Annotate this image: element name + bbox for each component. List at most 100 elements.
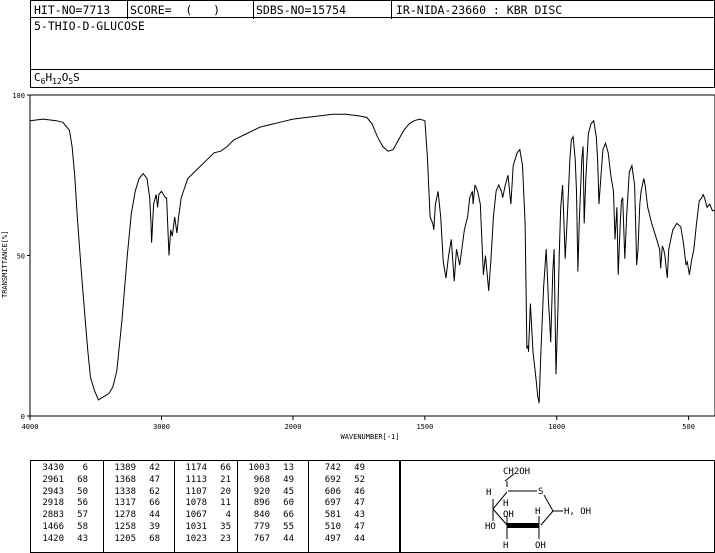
oh-c1-label: H, OH [564,507,591,517]
peak-transmittance: 68 [149,533,160,544]
peak-wavenumber: 1420 [42,533,64,544]
peak-transmittance: 43 [354,510,365,521]
ir-spectrum-chart: 0 50 100 4000 3000 2000 1500 1000 500 TRANSMITT… [1,92,715,441]
peak-wavenumber: 510 [324,521,341,532]
peak-wavenumber: 2918 [42,498,64,509]
peak-transmittance: 23 [220,533,231,544]
x-tick-label: 4000 [22,423,39,431]
peak-transmittance: 47 [354,521,365,532]
peak-wavenumber: 1389 [114,463,136,473]
peak-wavenumber: 2883 [42,510,64,521]
peak-transmittance: 42 [149,463,160,473]
peak-wavenumber: 697 [324,498,341,509]
peak-transmittance: 66 [283,510,294,521]
x-tick-label: 1000 [548,423,565,431]
peak-wavenumber: 1023 [185,533,207,544]
y-axis-label: TRANSMITTANCE[%] [1,231,9,298]
x-axis-label: WAVENUMBER[-1] [340,433,399,441]
peak-transmittance: 68 [77,474,88,485]
peak-wavenumber: 1278 [114,510,136,521]
h-bottom-label: H [503,541,508,551]
peak-transmittance: 11 [220,498,231,509]
peak-transmittance: 43 [77,533,88,544]
peak-wavenumber: 3430 [42,463,64,473]
peak-wavenumber-column: 3430 2961 2943 2918 2883 1466 1420 [36,463,64,546]
h-c5-label: H [503,499,508,509]
peak-transmittance-column: 13 49 45 60 66 55 44 [278,463,294,546]
peak-wavenumber: 920 [253,486,270,497]
peak-wavenumber-column: 1003 968 920 896 840 779 767 [242,463,270,546]
peak-wavenumber: 1368 [114,474,136,485]
peak-wavenumber: 1113 [185,474,207,485]
peak-wavenumber: 606 [324,486,341,497]
peak-transmittance: 49 [283,474,294,485]
peak-transmittance: 57 [77,510,88,521]
peak-wavenumber: 968 [253,474,270,485]
header-row: HIT-NO=7713 SCORE= ( ) SDBS-NO=15754 IR-… [30,0,715,19]
peak-wavenumber: 692 [324,474,341,485]
peak-wavenumber: 2943 [42,486,64,497]
peak-wavenumber: 1258 [114,521,136,532]
oh-c3-label: OH [503,510,514,520]
peak-wavenumber: 497 [324,533,341,544]
compound-name: 5-THIO-D-GLUCOSE [34,19,145,33]
ho-c4-label: HO [485,522,496,532]
bond-s-c1 [543,494,554,512]
peak-wavenumber: 1317 [114,498,136,509]
peak-wavenumber: 779 [253,521,270,532]
peak-wavenumber: 742 [324,463,341,473]
peak-transmittance: 39 [149,521,160,532]
x-tick-label: 3000 [153,423,170,431]
y-tick-label: 100 [12,92,25,100]
x-axis-ticks: 4000 3000 2000 1500 1000 500 [22,416,695,431]
peak-transmittance: 62 [149,486,160,497]
peak-transmittance: 60 [283,498,294,509]
plot-frame [29,94,715,417]
peak-transmittance: 50 [77,486,88,497]
structure-box: CH2OH S H H OH HO H H, OH H OH [400,460,715,553]
peak-transmittance: 46 [354,486,365,497]
peak-wavenumber: 1205 [114,533,136,544]
peak-transmittance: 49 [354,463,365,473]
peak-wavenumber: 2961 [42,474,64,485]
peak-wavenumber-column: 1174 1113 1107 1078 1067 1031 1023 [179,463,207,546]
y-tick-label: 50 [17,253,25,261]
h-c4-label: H [486,488,491,498]
compound-name-box: 5-THIO-D-GLUCOSE [30,17,715,70]
spectrum-line [29,113,715,404]
peak-transmittance: 44 [283,533,294,544]
thioglucose-structure: CH2OH S H H OH HO H H, OH H OH [485,467,591,551]
peak-transmittance: 44 [354,533,365,544]
bold-bond-c3-c2 [507,523,539,528]
peak-transmittance: 66 [149,498,160,509]
peak-wavenumber-column: 742 692 606 697 581 510 497 [313,463,341,546]
peak-transmittance: 6 [82,463,88,473]
peak-wavenumber: 1078 [185,498,207,509]
formula-box: C6H12O5S [30,69,715,88]
h-c2-label: H [535,507,540,517]
y-axis-ticks: 0 50 100 [12,92,30,421]
peak-transmittance: 45 [283,486,294,497]
bond-c1-c2 [540,510,554,526]
peak-wavenumber: 1067 [185,510,207,521]
peak-wavenumber: 1466 [42,521,64,532]
peak-transmittance: 58 [77,521,88,532]
peak-transmittance: 21 [220,474,231,485]
peak-transmittance: 20 [220,486,231,497]
x-tick-label: 2000 [285,423,302,431]
peak-wavenumber: 767 [253,533,270,544]
peak-transmittance: 47 [149,474,160,485]
peak-wavenumber: 1003 [248,463,270,473]
peak-transmittance-column: 49 52 46 47 43 47 44 [349,463,365,546]
peak-wavenumber: 1107 [185,486,207,497]
peak-transmittance: 47 [354,498,365,509]
ch2oh-label: CH2OH [503,467,530,477]
peak-wavenumber: 1174 [185,463,207,473]
x-tick-label: 500 [682,423,695,431]
peak-transmittance: 56 [77,498,88,509]
peak-transmittance: 66 [220,463,231,473]
peak-transmittance: 44 [149,510,160,521]
peak-transmittance: 52 [354,474,365,485]
peak-transmittance-column: 66 21 20 11 4 35 23 [215,463,231,546]
peak-wavenumber: 1338 [114,486,136,497]
